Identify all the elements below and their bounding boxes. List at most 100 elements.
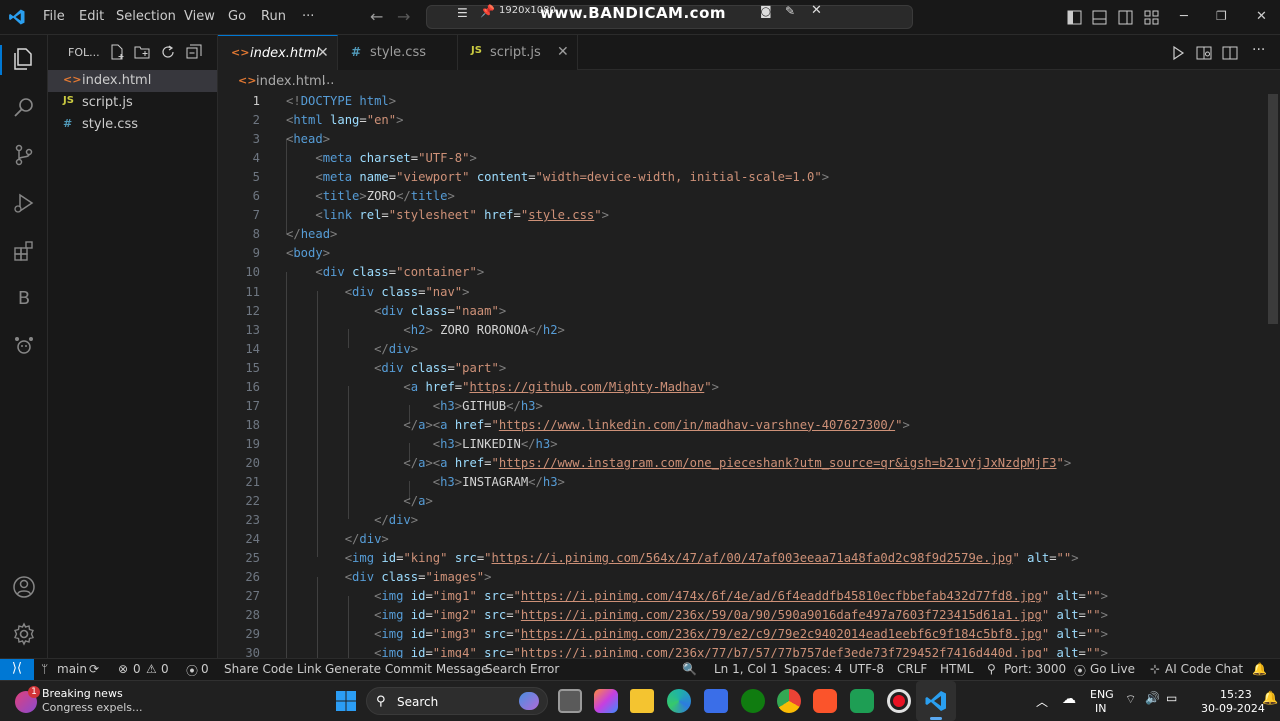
edge-browser-icon[interactable] xyxy=(667,689,691,713)
tab-style-css[interactable]: # style.css xyxy=(338,35,458,70)
minimize-icon[interactable]: ─ xyxy=(1180,9,1188,24)
news-title[interactable]: Breaking news xyxy=(42,687,123,700)
source-control-icon[interactable] xyxy=(12,143,36,167)
new-file-icon[interactable] xyxy=(109,44,125,60)
code-line[interactable]: <html lang="en"> xyxy=(286,113,403,127)
menu-selection[interactable]: Selection xyxy=(116,9,176,24)
brave-browser-icon[interactable] xyxy=(813,689,837,713)
toggle-secondary-sidebar-icon[interactable] xyxy=(1118,10,1133,25)
cursor-position[interactable]: Ln 1, Col 1 xyxy=(714,662,778,676)
forward-arrow-icon[interactable]: → xyxy=(397,7,410,26)
ports-count[interactable]: 0 xyxy=(201,662,209,676)
run-file-icon[interactable] xyxy=(1170,45,1186,61)
close-window-icon[interactable]: ✕ xyxy=(1256,9,1267,24)
code-line[interactable]: <div class="nav"> xyxy=(286,285,470,299)
code-line[interactable]: </a><a href="https://www.linkedin.com/in… xyxy=(286,418,909,432)
breadcrumb-file[interactable]: index.html xyxy=(256,74,325,89)
code-line[interactable]: <a href="https://github.com/Mighty-Madha… xyxy=(286,380,719,394)
generate-commit-message[interactable]: Generate Commit Message xyxy=(325,662,488,676)
scrollbar-thumb[interactable] xyxy=(1268,94,1278,324)
code-line[interactable]: <div class="naam"> xyxy=(286,304,506,318)
file-explorer-icon[interactable] xyxy=(630,689,654,713)
end-of-line[interactable]: CRLF xyxy=(897,662,927,676)
microsoft-store-icon[interactable] xyxy=(704,689,728,713)
code-line[interactable]: <img id="img3" src="https://i.pinimg.com… xyxy=(286,627,1108,641)
indentation[interactable]: Spaces: 4 xyxy=(784,662,842,676)
code-line[interactable]: <img id="img2" src="https://i.pinimg.com… xyxy=(286,608,1108,622)
run-debug-icon[interactable] xyxy=(12,191,36,215)
language-mode[interactable]: HTML xyxy=(940,662,973,676)
taskbar-search-box[interactable]: ⚲ Search xyxy=(366,687,548,715)
menu-run[interactable]: Run xyxy=(261,9,286,24)
code-line[interactable]: <h3>GITHUB</h3> xyxy=(286,399,543,413)
close-tab-icon[interactable]: ✕ xyxy=(317,45,329,61)
search-error[interactable]: Search Error xyxy=(485,662,559,676)
copilot-icon[interactable] xyxy=(594,689,618,713)
new-folder-icon[interactable] xyxy=(134,44,150,60)
customize-layout-icon[interactable] xyxy=(1144,10,1159,25)
menu-more[interactable]: ··· xyxy=(302,9,314,24)
chrome-icon[interactable] xyxy=(777,689,801,713)
sync-icon[interactable]: ⟳ xyxy=(89,662,99,676)
news-subtitle[interactable]: Congress expels... xyxy=(42,701,142,714)
back-arrow-icon[interactable]: ← xyxy=(370,7,383,26)
code-line[interactable]: <!DOCTYPE html> xyxy=(286,94,396,108)
remote-explorer-icon[interactable] xyxy=(12,333,36,357)
menu-view[interactable]: View xyxy=(184,9,215,24)
code-line[interactable]: <head> xyxy=(286,132,330,146)
windows-start-icon[interactable] xyxy=(334,689,358,713)
notification-icon[interactable]: 🔔 xyxy=(1262,691,1278,706)
error-count[interactable]: 0 xyxy=(133,662,141,676)
ai-code-chat[interactable]: AI Code Chat xyxy=(1165,662,1243,676)
encoding[interactable]: UTF-8 xyxy=(849,662,884,676)
zoom-icon[interactable]: 🔍 xyxy=(682,662,697,676)
code-line[interactable]: </head> xyxy=(286,227,337,241)
code-line[interactable]: <div class="part"> xyxy=(286,361,506,375)
show-hidden-icons-chevron-icon[interactable]: ︿ xyxy=(1036,693,1048,710)
tab-index-html[interactable]: <> index.html ✕ xyxy=(218,35,338,70)
code-line[interactable]: <title>ZORO</title> xyxy=(286,189,454,203)
bold-b-extension-icon[interactable]: B xyxy=(12,288,36,312)
volume-icon[interactable]: 🔊 xyxy=(1145,691,1160,705)
tab-script-js[interactable]: JS script.js ✕ xyxy=(458,35,578,70)
account-icon[interactable] xyxy=(12,575,36,599)
settings-gear-icon[interactable] xyxy=(12,622,36,646)
onedrive-cloud-icon[interactable]: ☁ xyxy=(1062,691,1076,707)
refresh-icon[interactable] xyxy=(160,44,176,60)
code-line[interactable]: <meta name="viewport" content="width=dev… xyxy=(286,170,829,184)
collapse-all-icon[interactable] xyxy=(186,44,202,60)
clock-time[interactable]: 15:23 xyxy=(1220,688,1252,701)
file-item-style-css[interactable]: # style.css xyxy=(48,114,217,136)
code-line[interactable]: </a><a href="https://www.instagram.com/o… xyxy=(286,456,1071,470)
search-icon[interactable] xyxy=(12,95,36,119)
language-bottom[interactable]: IN xyxy=(1095,702,1106,715)
toggle-panel-icon[interactable] xyxy=(1092,10,1107,25)
code-line[interactable]: </div> xyxy=(286,513,418,527)
close-tab-icon[interactable]: ✕ xyxy=(557,44,569,60)
split-editor-icon[interactable] xyxy=(1222,45,1238,61)
menu-edit[interactable]: Edit xyxy=(79,9,104,24)
error-icon[interactable]: ⊗ xyxy=(118,662,128,676)
code-line[interactable]: <body> xyxy=(286,246,330,260)
code-line[interactable]: <h3>INSTAGRAM</h3> xyxy=(286,475,565,489)
code-line[interactable]: <img id="img1" src="https://i.pinimg.com… xyxy=(286,589,1108,603)
more-actions-icon[interactable]: ··· xyxy=(1252,42,1268,58)
toggle-primary-sidebar-icon[interactable] xyxy=(1067,10,1082,25)
code-line[interactable]: <meta charset="UTF-8"> xyxy=(286,151,476,165)
code-editor[interactable]: 1 <!DOCTYPE html> 2 <html lang="en"> 3 <head>… xyxy=(218,92,1280,658)
code-line[interactable]: <div class="images"> xyxy=(286,570,492,584)
open-preview-icon[interactable] xyxy=(1196,45,1212,61)
branch-name[interactable]: main xyxy=(57,662,87,676)
vscode-taskbar-icon[interactable] xyxy=(924,689,948,713)
wifi-icon[interactable]: ⌔ xyxy=(1125,692,1136,707)
code-line[interactable]: </a> xyxy=(286,494,432,508)
language-top[interactable]: ENG xyxy=(1090,688,1114,701)
code-line[interactable]: <div class="container"> xyxy=(286,265,484,279)
extensions-icon[interactable] xyxy=(12,239,36,263)
notifications-bell-icon[interactable]: 🔔 xyxy=(1252,662,1267,676)
ports-icon[interactable]: ⦿ xyxy=(186,662,198,679)
task-view-icon[interactable] xyxy=(558,689,582,713)
breadcrumb-symbols[interactable]: ... xyxy=(322,73,334,88)
green-app-icon[interactable] xyxy=(850,689,874,713)
code-line[interactable]: <h2> ZORO RORONOA</h2> xyxy=(286,323,564,337)
